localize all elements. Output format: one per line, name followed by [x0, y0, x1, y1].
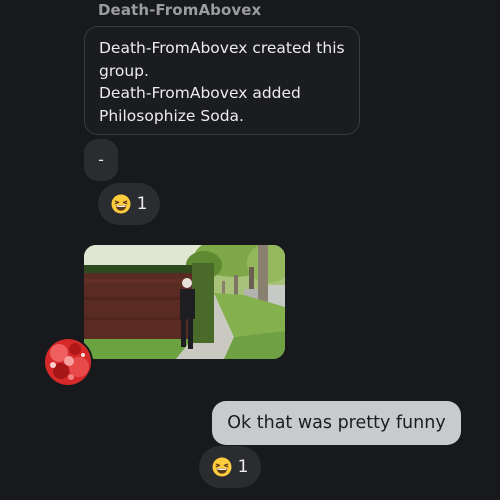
- system-message-line: Death-FromAbovex created this: [99, 39, 345, 57]
- system-message-line: Philosophize Soda.: [99, 106, 244, 125]
- reaction-badge[interactable]: 1: [199, 446, 261, 488]
- avatar[interactable]: [43, 337, 93, 387]
- reaction-count: 1: [136, 194, 148, 214]
- system-message-bubble[interactable]: Death-FromAbovex created this group. Dea…: [84, 26, 360, 135]
- system-message-line: group.: [99, 61, 149, 80]
- message-bubble-dash[interactable]: -: [84, 139, 118, 181]
- sender-name[interactable]: Death-FromAbovex: [98, 1, 261, 19]
- reaction-count: 1: [237, 457, 249, 477]
- photo-message[interactable]: [84, 245, 285, 359]
- avatar-image: [45, 339, 91, 385]
- street-photo-image: [84, 245, 285, 359]
- chat-thread: Death-FromAbovex Death-FromAbovex create…: [0, 0, 500, 500]
- laughing-emoji-icon: [212, 457, 232, 477]
- outgoing-message-bubble[interactable]: Ok that was pretty funny: [212, 401, 461, 445]
- reaction-badge[interactable]: 1: [98, 183, 160, 225]
- laughing-emoji-icon: [111, 194, 131, 214]
- system-message-line: Death-FromAbovex added: [99, 84, 301, 102]
